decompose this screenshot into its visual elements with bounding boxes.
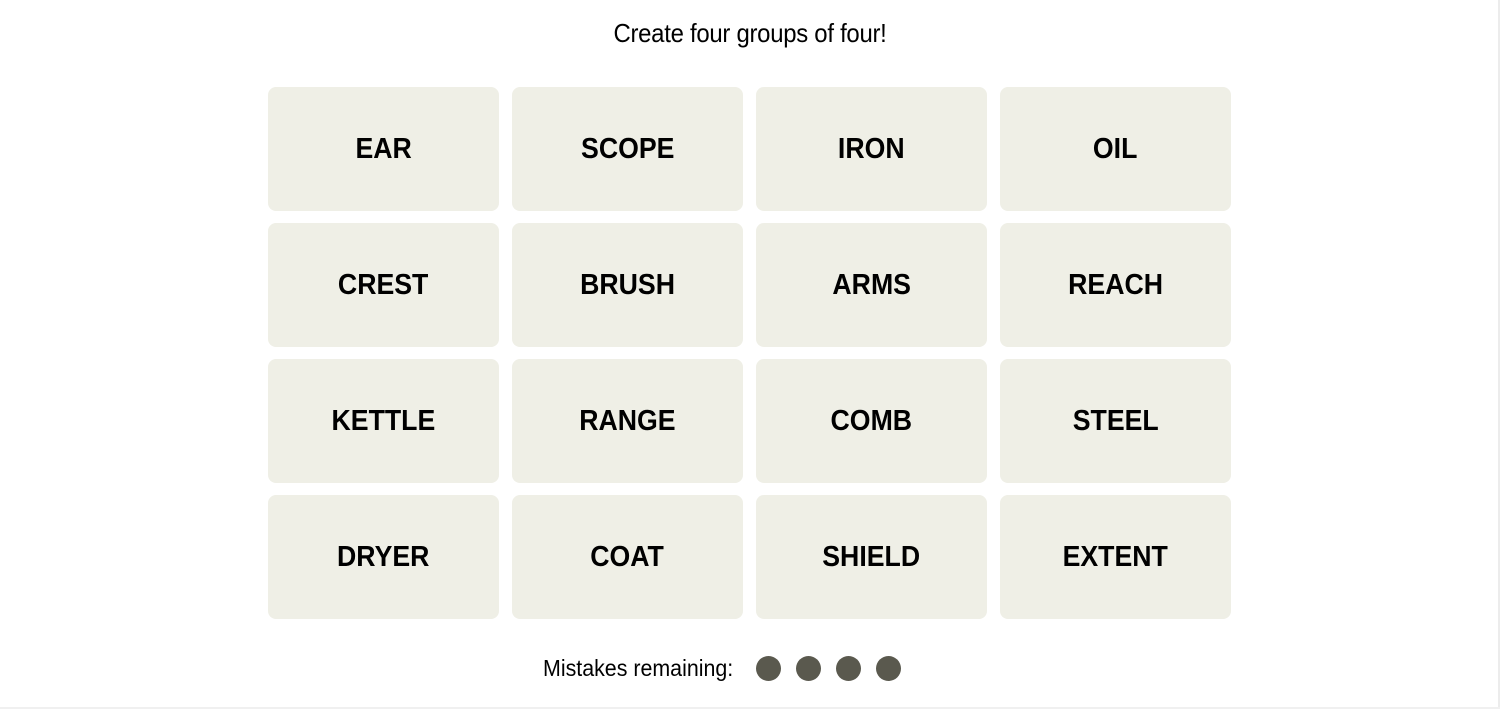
word-tile-label: COAT [590, 540, 665, 573]
word-tile[interactable]: STEEL [1000, 359, 1231, 483]
word-tile[interactable]: REACH [1000, 223, 1231, 347]
word-tile[interactable]: ARMS [756, 223, 987, 347]
word-tile-label: ARMS [832, 268, 911, 301]
word-tile-label: BRUSH [580, 268, 675, 301]
word-tile-label: KETTLE [331, 404, 436, 437]
word-tile-label: STEEL [1072, 404, 1159, 437]
word-tile-label: REACH [1068, 268, 1163, 301]
word-tile[interactable]: EAR [268, 87, 499, 211]
word-tile-label: DRYER [337, 540, 430, 573]
word-tile[interactable]: COMB [756, 359, 987, 483]
word-tile[interactable]: OIL [1000, 87, 1231, 211]
word-tile[interactable]: KETTLE [268, 359, 499, 483]
word-tile-label: EAR [355, 132, 412, 165]
word-tile-label: SHIELD [822, 540, 921, 573]
mistakes-remaining: Mistakes remaining: [543, 652, 901, 684]
word-tile[interactable]: DRYER [268, 495, 499, 619]
word-tile[interactable]: BRUSH [512, 223, 743, 347]
mistake-dot-icon [875, 655, 901, 681]
instruction-text: Create four groups of four! [613, 18, 887, 48]
word-tile[interactable]: RANGE [512, 359, 743, 483]
word-tile-label: CREST [338, 268, 429, 301]
word-tile[interactable]: COAT [512, 495, 743, 619]
word-tile[interactable]: CREST [268, 223, 499, 347]
word-tile[interactable]: EXTENT [1000, 495, 1231, 619]
word-tile[interactable]: SCOPE [512, 87, 743, 211]
mistake-dot-icon [795, 655, 821, 681]
word-tile[interactable]: SHIELD [756, 495, 987, 619]
mistakes-label: Mistakes remaining: [543, 654, 734, 681]
mistake-dot-icon [755, 655, 781, 681]
word-tile-label: EXTENT [1062, 540, 1169, 573]
word-tile-label: IRON [838, 132, 905, 165]
word-tile-label: OIL [1093, 132, 1138, 165]
word-tile[interactable]: IRON [756, 87, 987, 211]
word-tile-label: COMB [830, 404, 913, 437]
mistake-dot-icon [835, 655, 861, 681]
word-tile-label: SCOPE [580, 132, 675, 165]
mistake-dots [755, 655, 901, 681]
word-grid: EAR SCOPE IRON OIL CREST BRUSH ARMS REAC… [268, 87, 1232, 619]
word-tile-label: RANGE [579, 404, 676, 437]
